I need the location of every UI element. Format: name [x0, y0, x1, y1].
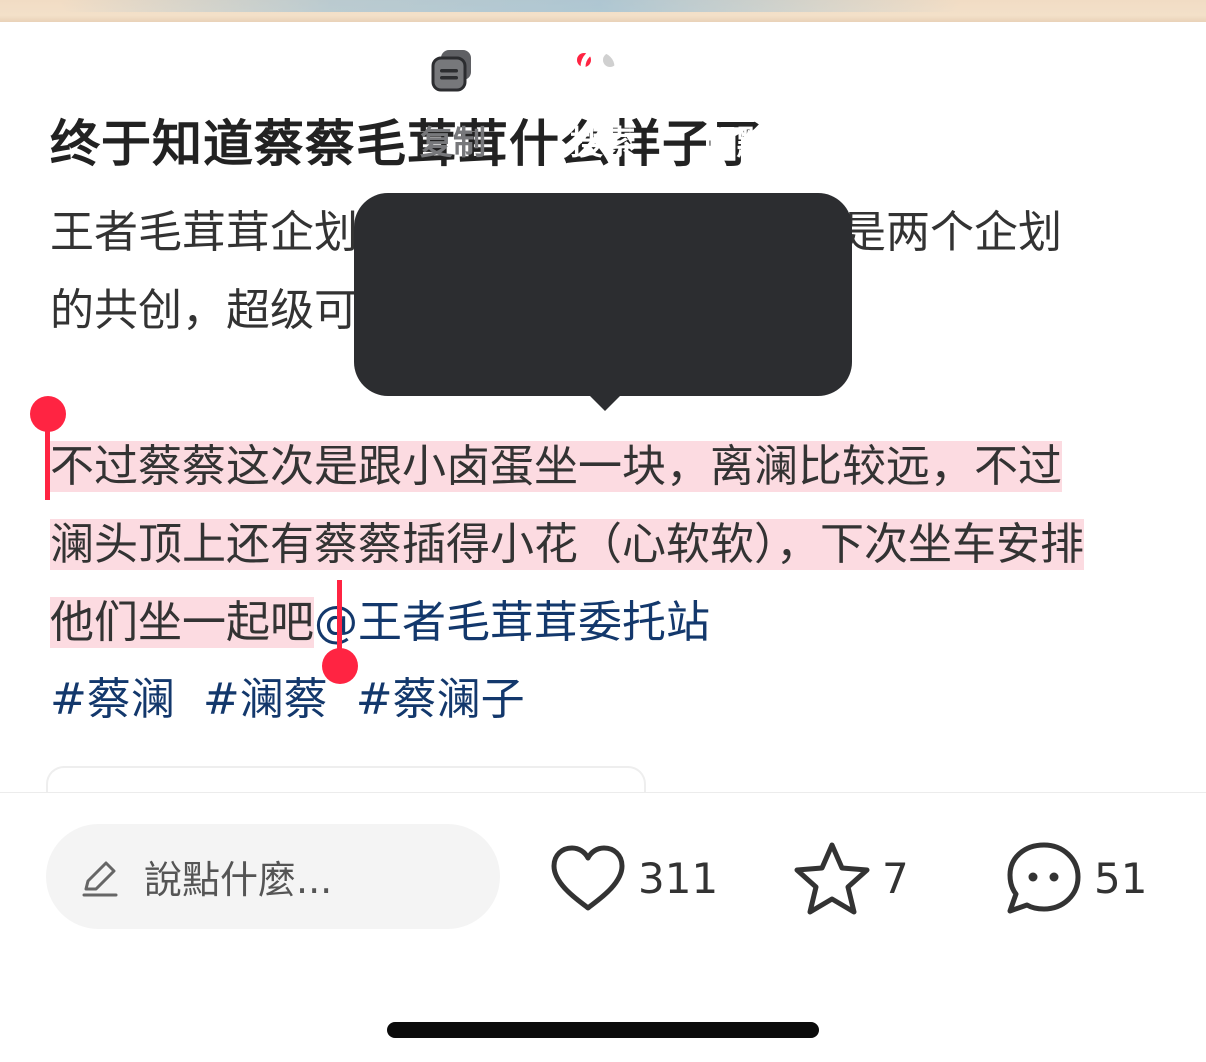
- menu-item-copy[interactable]: 复制: [378, 0, 528, 203]
- selected-text: 不过蔡蔡这次是跟小卤蛋坐一块，离澜比较远，不过: [50, 441, 1062, 492]
- mention-link[interactable]: @王者毛茸茸委托站: [314, 597, 710, 648]
- chat-bubble-icon: [723, 40, 783, 100]
- comment-button[interactable]: 51: [1002, 833, 1147, 923]
- hashtag-link[interactable]: #蔡澜: [50, 674, 175, 725]
- hashtag-link[interactable]: #澜蔡: [203, 674, 328, 725]
- favorite-button[interactable]: 7: [792, 833, 909, 923]
- selected-text: 澜头顶上还有蔡蔡插得小花（心软软），下次坐车安排: [50, 519, 1084, 570]
- favorite-count: 7: [882, 853, 909, 903]
- home-indicator[interactable]: [387, 1022, 819, 1038]
- search-icon: [573, 40, 633, 100]
- menu-item-label: 复制: [420, 123, 486, 162]
- like-count: 311: [638, 853, 719, 903]
- copy-icon: [423, 40, 483, 100]
- selection-start-handle[interactable]: [45, 428, 50, 500]
- star-icon: [794, 842, 870, 915]
- selected-text: 他们坐一起吧: [50, 597, 314, 648]
- comment-placeholder: 說點什麼...: [144, 858, 333, 902]
- hashtag-list: #蔡澜 #澜蔡 #蔡澜子: [50, 662, 539, 738]
- menu-item-label: 問點點: [703, 123, 803, 162]
- comment-input[interactable]: 說點什麼...: [46, 824, 500, 929]
- heart-icon: [551, 845, 625, 911]
- comment-count: 51: [1094, 853, 1148, 903]
- like-button[interactable]: 311: [548, 833, 718, 923]
- menu-pointer: [588, 394, 622, 411]
- menu-item-label: 搜索: [570, 123, 636, 162]
- menu-item-ask[interactable]: 問點點: [678, 0, 828, 203]
- post-body-paragraph-2[interactable]: 不过蔡蔡这次是跟小卤蛋坐一块，离澜比较远，不过 澜头顶上还有蔡蔡插得小花（心软软…: [50, 428, 1084, 662]
- selection-end-handle[interactable]: [337, 580, 342, 652]
- comment-bubble-icon: [1007, 842, 1081, 914]
- text-selection-menu: [354, 193, 852, 396]
- selection-start-knob[interactable]: [30, 396, 66, 432]
- hashtag-link[interactable]: #蔡澜子: [356, 674, 525, 725]
- selection-end-knob[interactable]: [322, 648, 358, 684]
- pencil-icon: [82, 861, 118, 896]
- menu-item-search[interactable]: 搜索: [528, 0, 678, 203]
